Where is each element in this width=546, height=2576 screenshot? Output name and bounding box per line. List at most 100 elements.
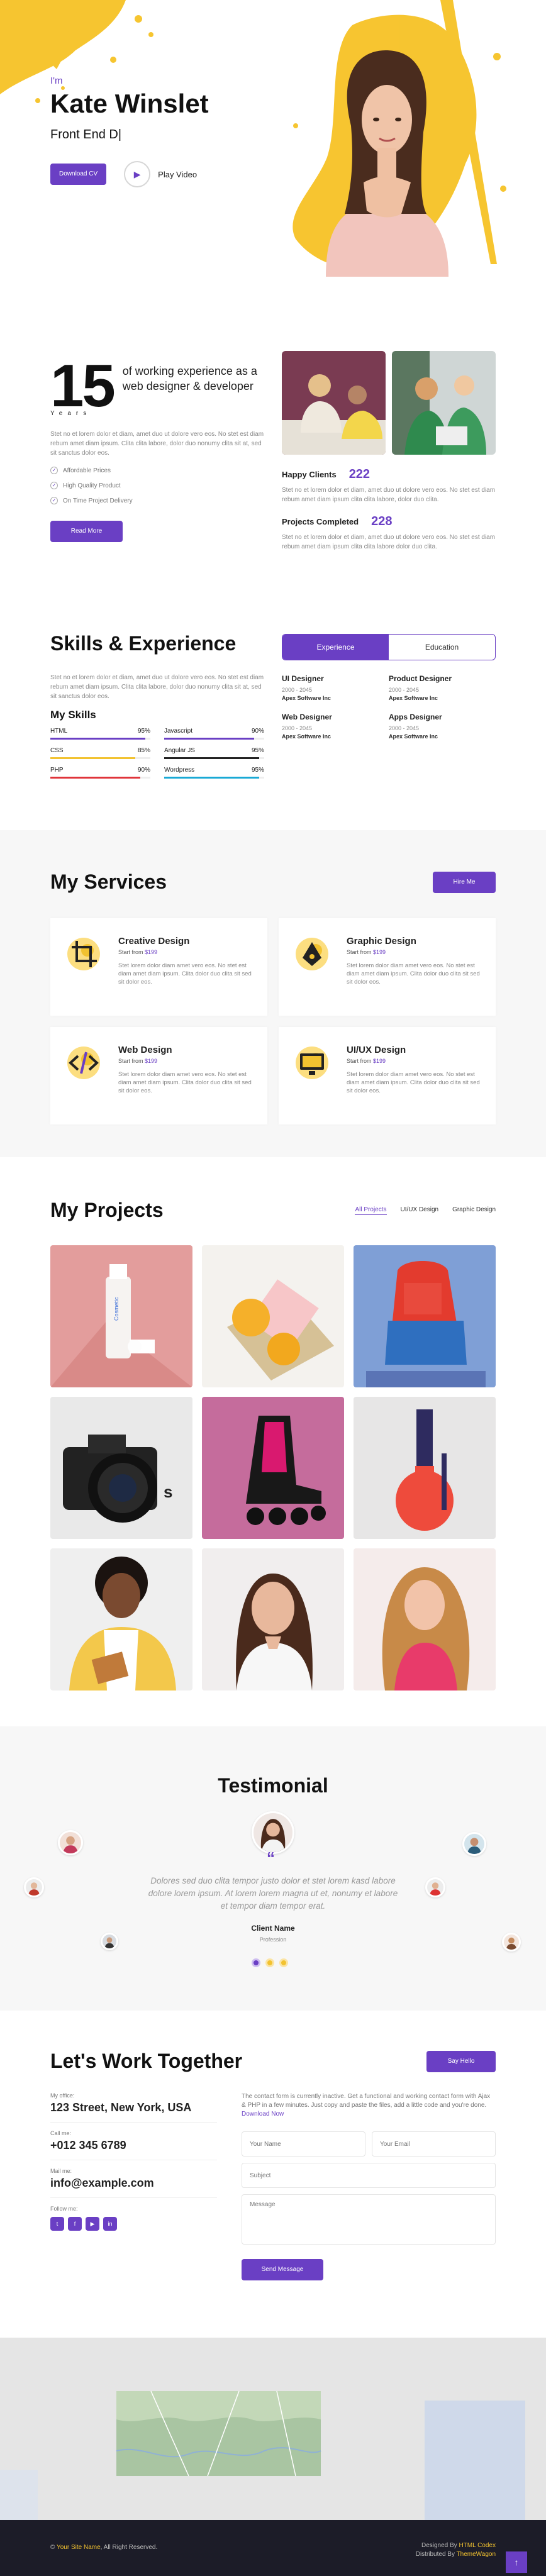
say-hello-button[interactable]: Say Hello (426, 2050, 496, 2072)
tab-education[interactable]: Education (389, 635, 495, 660)
skills-description: Stet no et lorem dolor et diam, amet duo… (50, 674, 264, 700)
skill-percent: 85% (137, 747, 150, 754)
team-meeting-image (282, 351, 386, 455)
my-skills-heading: My Skills (50, 709, 96, 721)
experience-years: 2000 - 2045 (282, 687, 313, 693)
check-icon: ✓ (50, 467, 58, 474)
mail-info: Mail me: info@example.com (50, 2168, 217, 2198)
projects-section: My Projects All Projects UI/UX Design Gr… (0, 1157, 546, 1726)
skill-bar-fill (50, 757, 136, 759)
skill-bar (50, 757, 150, 759)
service-card[interactable]: Creative Design Start from $199 Stet lorem… (50, 918, 267, 1016)
service-description: Stet lorem dolor diam amet vero eos. No … (347, 962, 480, 985)
facebook-icon[interactable]: f (68, 2217, 82, 2231)
name-input[interactable] (242, 2131, 365, 2157)
office-info: My office: 123 Street, New York, USA (50, 2092, 217, 2123)
youtube-icon[interactable]: ▶ (86, 2217, 99, 2231)
about-description: Stet no et lorem dolor et diam, amet duo… (50, 431, 264, 457)
experience-years: 2000 - 2045 (389, 725, 420, 731)
phone-number[interactable]: +012 345 6789 (50, 2139, 217, 2152)
download-cv-button[interactable]: Download CV (50, 164, 107, 185)
projects-completed-stat: Projects Completed 228 (282, 514, 496, 529)
woman-smiling-image[interactable] (202, 1548, 344, 1690)
office-label: My office: (50, 2092, 75, 2099)
copyright: © Your Site Name, All Right Reserved. (50, 2544, 157, 2551)
service-card[interactable]: UI/UX Design Start from $199 Stet lorem do… (279, 1027, 496, 1124)
hero-greeting: I'm (50, 75, 63, 86)
skill-item: HTML 95% (50, 728, 150, 740)
distributor-link[interactable]: ThemeWagon (457, 2551, 496, 2558)
send-message-button[interactable]: Send Message (242, 2259, 323, 2280)
services-section: My Services Hire Me Creative Design Start… (0, 830, 546, 1157)
woman-tablet-image[interactable] (50, 1548, 192, 1690)
client-avatar[interactable] (58, 1830, 83, 1855)
filter-graphic-design[interactable]: Graphic Design (452, 1206, 496, 1215)
experience-education-tabs: Experience Education (282, 634, 496, 660)
designer-link[interactable]: HTML Codex (459, 2542, 496, 2549)
project-filters: All Projects UI/UX Design Graphic Design (355, 1206, 496, 1215)
embedded-map[interactable] (0, 2338, 546, 2520)
client-name: Client Name (251, 1924, 295, 1933)
skill-name: HTML (50, 728, 68, 735)
mail-label: Mail me: (50, 2168, 72, 2174)
play-video-label: Play Video (158, 169, 198, 179)
map-section (0, 2338, 546, 2520)
backpack-image[interactable] (354, 1245, 496, 1387)
services-title: My Services (50, 870, 167, 893)
service-title: Web Design (118, 1045, 172, 1055)
email-address[interactable]: info@example.com (50, 2177, 217, 2190)
projects-title: My Projects (50, 1199, 164, 1221)
read-more-button[interactable]: Read More (50, 521, 123, 542)
cosmetic-tube-image[interactable]: Cosmetic (50, 1245, 192, 1387)
feature-item: ✓ Affordable Prices (50, 467, 264, 474)
carousel-dot-active[interactable] (252, 1958, 260, 1967)
service-title: Creative Design (118, 936, 190, 947)
play-video-button[interactable]: ▶ Play Video (124, 161, 197, 187)
quote-icon: “ (267, 1848, 275, 1867)
contact-note-text: The contact form is currently inactive. … (242, 2093, 491, 2109)
skill-bar-fill (164, 738, 255, 740)
experience-title: UI Designer (282, 674, 324, 683)
contact-note: The contact form is currently inactive. … (242, 2092, 496, 2119)
woman-curly-image[interactable] (354, 1548, 496, 1690)
years-label: Years (50, 410, 92, 417)
client-avatar[interactable] (425, 1877, 445, 1897)
hire-me-button[interactable]: Hire Me (433, 871, 496, 893)
twitter-icon[interactable]: t (50, 2217, 64, 2231)
oranges-soap-image[interactable] (202, 1245, 344, 1387)
carousel-dot[interactable] (279, 1958, 288, 1967)
roller-skate-image[interactable] (202, 1397, 344, 1539)
distributed-by-label: Distributed By (415, 2551, 457, 2558)
active-client-avatar[interactable] (252, 1811, 294, 1854)
nail-polish-image[interactable] (354, 1397, 496, 1539)
footer: © Your Site Name, All Right Reserved. De… (0, 2520, 546, 2576)
download-now-link[interactable]: Download Now (242, 2111, 284, 2118)
experience-title: Product Designer (389, 674, 452, 683)
site-name-link[interactable]: Your Site Name (57, 2544, 101, 2551)
service-card[interactable]: Graphic Design Start from $199 Stet lorem … (279, 918, 496, 1016)
linkedin-icon[interactable]: in (103, 2217, 117, 2231)
client-avatar[interactable] (462, 1832, 486, 1856)
back-to-top-icon[interactable]: ↑ (506, 2551, 527, 2573)
service-price: Start from $199 (118, 949, 252, 955)
carousel-dot[interactable] (265, 1958, 274, 1967)
filter-all-projects[interactable]: All Projects (355, 1206, 387, 1215)
filter-uiux-design[interactable]: UI/UX Design (401, 1206, 439, 1215)
experience-item: Web Designer 2000 - 2045 Apex Software Inc (282, 713, 389, 740)
skill-name: Angular JS (164, 747, 195, 754)
subject-input[interactable] (242, 2163, 496, 2188)
service-title: UI/UX Design (347, 1045, 406, 1055)
message-input[interactable] (242, 2194, 496, 2245)
start-from-label: Start from (347, 1058, 372, 1064)
skill-item: Javascript 90% (164, 728, 264, 740)
client-avatar[interactable] (24, 1877, 44, 1897)
service-description: Stet lorem dolor diam amet vero eos. No … (118, 1071, 252, 1094)
skill-percent: 90% (251, 728, 264, 735)
email-input[interactable] (372, 2131, 496, 2157)
camera-image[interactable]: s (50, 1397, 192, 1539)
service-card[interactable]: Web Design Start from $199 Stet lorem dolo… (50, 1027, 267, 1124)
tab-experience[interactable]: Experience (282, 635, 389, 660)
experience-years: 2000 - 2045 (389, 687, 420, 693)
skill-bar (164, 777, 264, 779)
services-grid: Creative Design Start from $199 Stet lorem… (50, 918, 496, 1124)
